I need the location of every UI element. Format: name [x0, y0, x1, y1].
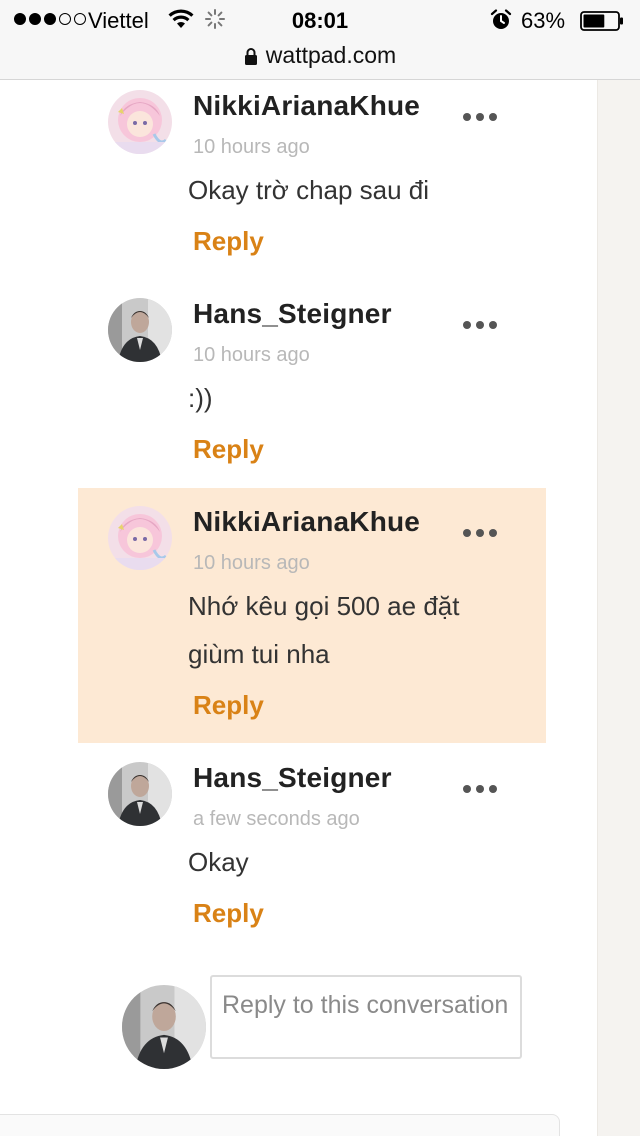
- anime-girl-avatar-icon: [108, 90, 172, 154]
- reply-link[interactable]: Reply: [193, 226, 264, 257]
- reply-conversation-input[interactable]: [210, 975, 522, 1059]
- comment-username[interactable]: NikkiArianaKhue: [193, 506, 420, 538]
- more-options-button[interactable]: [463, 112, 497, 122]
- reply-link[interactable]: Reply: [193, 434, 264, 465]
- more-options-button[interactable]: [463, 784, 497, 794]
- comment-text-line: :)): [188, 383, 213, 413]
- user-avatar[interactable]: [108, 90, 172, 154]
- comment-text: :)): [188, 374, 518, 422]
- more-options-button[interactable]: [463, 320, 497, 330]
- page-side-gutter: [597, 80, 640, 1136]
- battery-percentage: 63%: [521, 8, 566, 33]
- anime-girl-avatar-icon: [108, 506, 172, 570]
- comment-username[interactable]: NikkiArianaKhue: [193, 90, 420, 122]
- user-avatar[interactable]: [108, 762, 172, 826]
- status-bar: Viettel 08:01 63%: [0, 0, 640, 40]
- comment-timestamp: a few seconds ago: [193, 808, 360, 830]
- comment-username[interactable]: Hans_Steigner: [193, 762, 392, 794]
- reply-link[interactable]: Reply: [193, 690, 264, 721]
- browser-top-bar: Viettel 08:01 63% wattpad.com: [0, 0, 640, 80]
- comment-item-highlighted: NikkiArianaKhue 10 hours ago Nhớ kêu gọi…: [78, 488, 546, 743]
- user-avatar[interactable]: [108, 298, 172, 362]
- next-section-card: [0, 1114, 560, 1136]
- comment-text: Nhớ kêu gọi 500 ae đặt giùm tui nha: [188, 582, 518, 678]
- comment-text: Okay: [188, 838, 518, 886]
- lock-icon: [244, 48, 257, 65]
- comment-item: Hans_Steigner a few seconds ago Okay Rep…: [78, 752, 546, 948]
- comment-text-line: Nhớ kêu gọi 500 ae đặt: [188, 591, 460, 621]
- man-photo-avatar-icon: [108, 762, 172, 826]
- comment-timestamp: 10 hours ago: [193, 344, 310, 366]
- man-photo-avatar-icon: [108, 298, 172, 362]
- comment-text-line: Okay trờ chap sau đi: [188, 175, 430, 205]
- battery-icon: [580, 11, 623, 31]
- man-photo-avatar-icon: [122, 985, 206, 1069]
- comment-text: Okay trờ chap sau đi: [188, 166, 518, 214]
- user-avatar[interactable]: [108, 506, 172, 570]
- comment-item: Hans_Steigner 10 hours ago :)) Reply: [78, 288, 546, 484]
- url-text: wattpad.com: [265, 42, 397, 68]
- current-user-avatar: [122, 985, 206, 1069]
- alarm-clock-icon: [490, 9, 512, 29]
- comment-timestamp: 10 hours ago: [193, 552, 310, 574]
- reply-link[interactable]: Reply: [193, 898, 264, 929]
- comment-text-line: Okay: [188, 847, 249, 877]
- comment-timestamp: 10 hours ago: [193, 136, 310, 158]
- address-bar[interactable]: wattpad.com: [0, 42, 640, 69]
- comment-text-line: giùm tui nha: [188, 639, 330, 669]
- comment-item: NikkiArianaKhue 10 hours ago Okay trờ ch…: [78, 80, 546, 276]
- more-options-button[interactable]: [463, 528, 497, 538]
- comment-username[interactable]: Hans_Steigner: [193, 298, 392, 330]
